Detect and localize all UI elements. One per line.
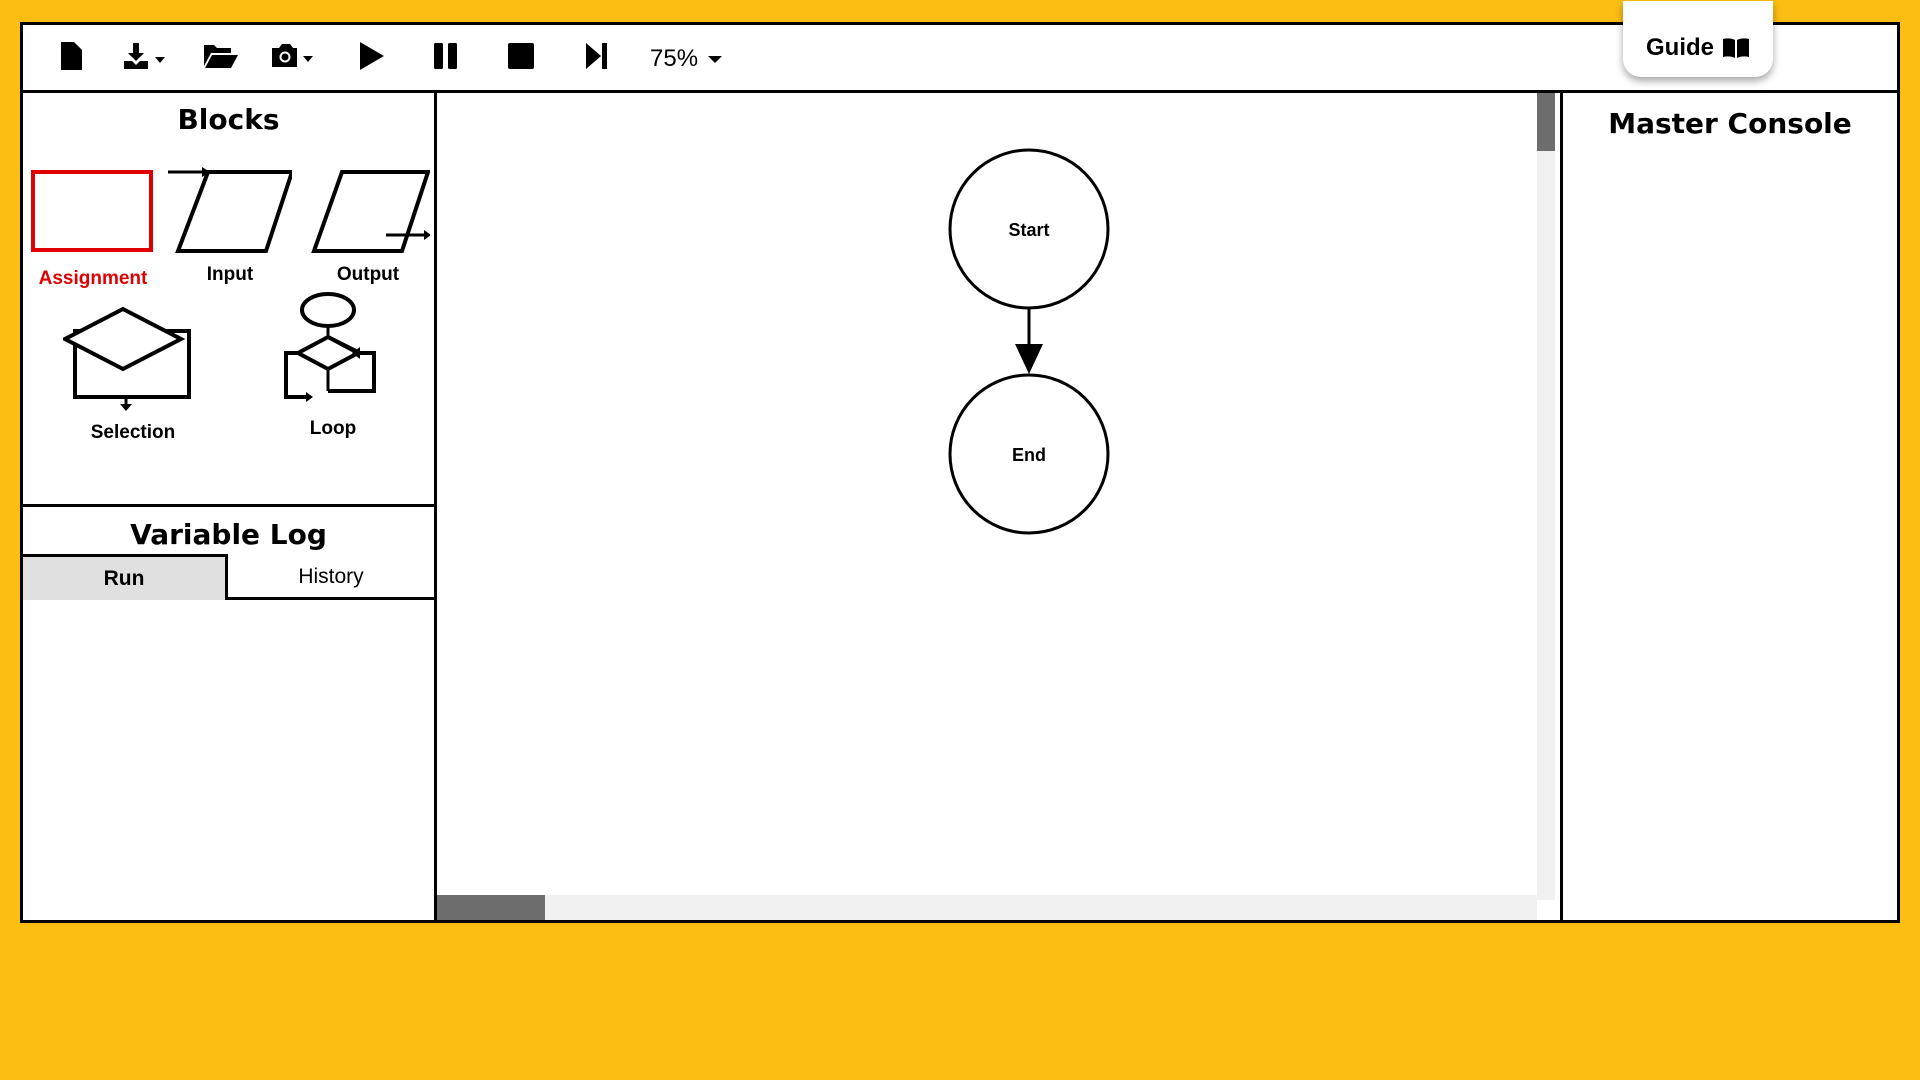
- screenshot-button[interactable]: [271, 39, 317, 73]
- block-label-input: Input: [206, 264, 254, 285]
- block-selection[interactable]: Selection: [60, 303, 203, 444]
- block-label-assignment: Assignment: [38, 268, 148, 289]
- start-node[interactable]: Start: [948, 148, 1110, 310]
- block-output[interactable]: Output: [303, 163, 433, 286]
- end-node[interactable]: End: [948, 373, 1110, 535]
- block-input[interactable]: Input: [165, 163, 295, 286]
- play-icon: [360, 42, 384, 70]
- block-label-output: Output: [336, 264, 400, 285]
- block-label-selection: Selection: [90, 422, 176, 443]
- end-node-label: End: [1012, 445, 1046, 465]
- zoom-select[interactable]: 75%: [650, 45, 723, 73]
- book-icon: [1723, 38, 1749, 58]
- new-file-icon: [61, 42, 82, 70]
- new-file-button[interactable]: [58, 39, 84, 73]
- vertical-scroll-thumb[interactable]: [1537, 93, 1555, 151]
- input-block-icon: [168, 167, 295, 253]
- master-console-panel: Master Console: [1560, 93, 1897, 920]
- open-folder-button[interactable]: [203, 39, 239, 73]
- step-forward-icon: [586, 43, 607, 69]
- step-button[interactable]: [585, 39, 609, 73]
- open-folder-icon: [204, 45, 238, 68]
- selection-block-icon: [60, 306, 191, 411]
- block-loop[interactable]: Loop: [278, 291, 388, 440]
- zoom-value: 75%: [650, 45, 699, 72]
- left-panel: Blocks Assignment Input Output Selection…: [23, 93, 437, 920]
- flow-arrow: [1015, 308, 1043, 374]
- assignment-block-icon: [31, 170, 153, 252]
- camera-icon: [272, 44, 313, 67]
- pause-button[interactable]: [433, 39, 459, 73]
- output-block-icon: [311, 170, 431, 253]
- download-icon: [124, 43, 165, 69]
- horizontal-scrollbar[interactable]: [437, 895, 1537, 920]
- pause-icon: [434, 43, 457, 69]
- app-window: 75% Guide Blocks Assignment Input Output…: [20, 1, 1900, 923]
- tab-run[interactable]: Run: [23, 554, 228, 600]
- play-button[interactable]: [358, 39, 386, 73]
- stop-icon: [508, 43, 534, 69]
- download-button[interactable]: [123, 39, 169, 73]
- block-assignment[interactable]: Assignment: [28, 169, 158, 290]
- guide-label: Guide: [1645, 34, 1714, 61]
- toolbar: 75% Guide: [23, 1, 1897, 93]
- blocks-title: Blocks: [177, 103, 280, 136]
- flowchart-svg: Start End: [948, 148, 1110, 535]
- stop-button[interactable]: [508, 39, 534, 73]
- loop-block-icon: [284, 292, 376, 402]
- tab-history[interactable]: History: [228, 554, 434, 600]
- horizontal-scroll-thumb[interactable]: [437, 895, 545, 920]
- flowchart-canvas[interactable]: Start End: [437, 93, 1557, 920]
- guide-button[interactable]: Guide: [1623, 1, 1773, 77]
- chevron-down-icon: [708, 56, 723, 63]
- block-label-loop: Loop: [309, 418, 357, 439]
- panel-divider: [23, 504, 434, 507]
- vertical-scrollbar[interactable]: [1537, 93, 1555, 900]
- start-node-label: Start: [1008, 220, 1049, 240]
- master-console-title: Master Console: [1608, 107, 1852, 140]
- variable-log-tabs: Run History: [23, 554, 434, 600]
- variable-log-title: Variable Log: [130, 518, 327, 551]
